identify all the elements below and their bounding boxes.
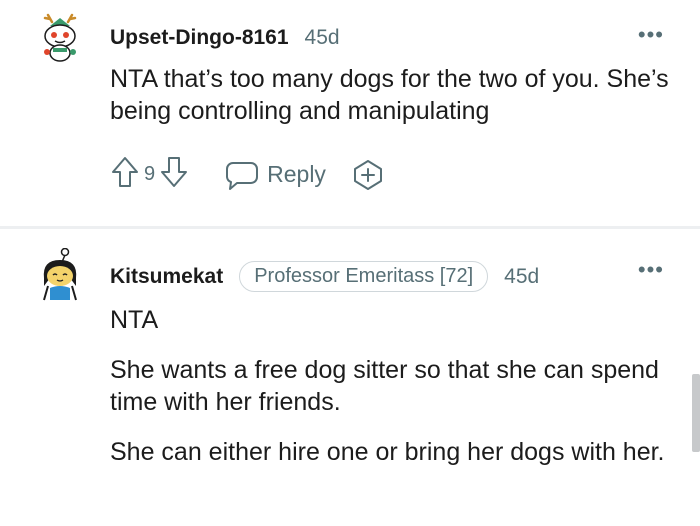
comment-paragraph: She wants a free dog sitter so that she … [110, 356, 659, 416]
comment-body: NTA that’s too many dogs for the two of … [110, 63, 670, 127]
comment: Kitsumekat Professor Emeritass [72] 45d … [0, 229, 700, 526]
user-flair: Professor Emeritass [72] [239, 261, 489, 292]
arrow-down-icon [161, 157, 188, 187]
upvote-button[interactable] [110, 155, 140, 194]
comment: Upset-Dingo-8161 45d ••• NTA that’s too … [0, 0, 700, 226]
comment-paragraph: NTA that’s too many dogs for the two of … [110, 65, 669, 125]
arrow-up-icon [112, 157, 138, 187]
snoo-avatar-icon [43, 247, 77, 301]
user-avatar[interactable] [34, 12, 86, 64]
username-link[interactable]: Kitsumekat [110, 265, 223, 289]
more-dots-icon: ••• [637, 257, 664, 282]
comment-paragraph: She can either hire one or bring her dog… [110, 438, 665, 466]
comment-paragraph: NTA [110, 306, 159, 334]
downvote-button[interactable] [159, 155, 189, 194]
comment-time: 45d [504, 264, 540, 288]
award-button[interactable] [352, 159, 384, 191]
award-plus-icon [353, 159, 382, 190]
user-avatar[interactable] [34, 247, 86, 301]
scrollbar-thumb[interactable] [692, 374, 700, 452]
vote-count: 9 [144, 163, 156, 185]
comment-actions: 9 Reply [110, 155, 384, 194]
more-options-button[interactable]: ••• [638, 257, 664, 283]
comment-time: 45d [304, 26, 340, 49]
speech-bubble-icon [226, 161, 259, 190]
more-options-button[interactable]: ••• [638, 22, 664, 48]
more-dots-icon: ••• [637, 22, 664, 47]
reply-button[interactable]: Reply [225, 159, 326, 191]
comment-body: NTA She wants a free dog sitter so that … [110, 304, 670, 468]
reply-label: Reply [267, 161, 326, 187]
comment-meta: Kitsumekat Professor Emeritass [72] 45d [110, 261, 539, 292]
username-link[interactable]: Upset-Dingo-8161 [110, 26, 289, 50]
snoo-avatar-icon [43, 13, 77, 62]
comment-meta: Upset-Dingo-8161 45d [110, 26, 340, 50]
